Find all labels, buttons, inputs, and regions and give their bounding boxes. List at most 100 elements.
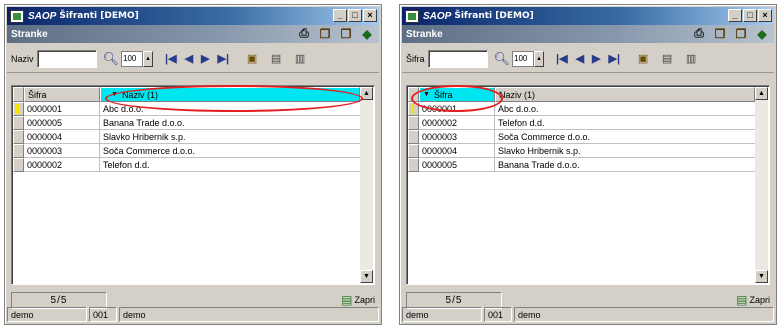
cell-name[interactable]: Banana Trade d.o.o.	[100, 116, 360, 130]
exit-icon[interactable]: ◆	[359, 26, 375, 41]
previous-record-icon[interactable]: ◀	[576, 52, 584, 65]
table-row[interactable]: 0000001 Abc d.o.o.	[408, 102, 755, 116]
search-input[interactable]	[36, 49, 97, 68]
cell-name[interactable]: Telefon d.d.	[495, 116, 755, 130]
copy-icon[interactable]: ❐	[317, 26, 333, 41]
cell-code[interactable]: 0000004	[24, 130, 100, 144]
row-indicator	[408, 116, 419, 130]
new-record-icon[interactable]: ▣	[245, 52, 259, 66]
delete-record-icon[interactable]: ▥	[684, 52, 698, 66]
column-header-code[interactable]: ▼ Šifra	[419, 87, 495, 102]
edit-record-icon[interactable]: ▤	[269, 52, 283, 66]
minimize-button[interactable]: _	[333, 9, 347, 22]
grid-body: 0000001 Abc d.o.o. 0000005 Banana Trade …	[13, 102, 360, 283]
row-indicator	[13, 102, 24, 116]
cell-code[interactable]: 0000005	[419, 158, 495, 172]
row-count-spinner[interactable]: ▲	[534, 50, 545, 67]
cell-name[interactable]: Soča Commerce d.o.o.	[100, 144, 360, 158]
cell-name[interactable]: Soča Commerce d.o.o.	[495, 130, 755, 144]
column-header-code-label: Šifra	[433, 89, 453, 100]
close-window-button[interactable]: ×	[758, 9, 772, 22]
table-row[interactable]: 0000003 Soča Commerce d.o.o.	[408, 130, 755, 144]
vertical-scrollbar[interactable]: ▲ ▼	[755, 87, 768, 283]
column-header-code[interactable]: Šifra	[24, 87, 100, 102]
copy-icon[interactable]: ❐	[712, 26, 728, 41]
cell-name[interactable]: Telefon d.d.	[100, 158, 360, 172]
search-bar: Šifra 🔍︎ 100 ▲ |◀ ◀ ▶ ▶| ▣ ▤ ▥	[402, 45, 774, 73]
delete-record-icon[interactable]: ▥	[293, 52, 307, 66]
table-row[interactable]: 0000003 Soča Commerce d.o.o.	[13, 144, 360, 158]
cell-name[interactable]: Slavko Hribernik s.p.	[100, 130, 360, 144]
row-count-spinner[interactable]: ▲	[143, 50, 154, 67]
cell-code[interactable]: 0000003	[24, 144, 100, 158]
printer-icon[interactable]: ⎙	[296, 26, 312, 41]
status-user: demo	[7, 307, 87, 322]
cell-code[interactable]: 0000001	[419, 102, 495, 116]
title-bar[interactable]: SAOP Šifranti [DEMO] _ □ ×	[402, 7, 774, 25]
title-text: Šifranti [DEMO]	[454, 11, 534, 21]
header-indicator	[408, 87, 419, 102]
table-row[interactable]: 0000002 Telefon d.d.	[13, 158, 360, 172]
column-header-name[interactable]: Naziv (1)	[495, 87, 755, 102]
previous-record-icon[interactable]: ◀	[185, 52, 193, 65]
search-input[interactable]	[427, 49, 488, 68]
cell-code[interactable]: 0000002	[419, 116, 495, 130]
scroll-up-icon[interactable]: ▲	[360, 87, 373, 100]
close-window-button[interactable]: ×	[363, 9, 377, 22]
edit-record-icon[interactable]: ▤	[660, 52, 674, 66]
minimize-button[interactable]: _	[728, 9, 742, 22]
next-record-icon[interactable]: ▶	[201, 52, 209, 65]
cell-code[interactable]: 0000004	[419, 144, 495, 158]
copy-all-icon[interactable]: ❐	[733, 26, 749, 41]
table-row[interactable]: 0000001 Abc d.o.o.	[13, 102, 360, 116]
header-title: Stranke	[11, 28, 48, 40]
title-bar[interactable]: SAOP Šifranti [DEMO] _ □ ×	[7, 7, 379, 25]
table-row[interactable]: 0000005 Banana Trade d.o.o.	[13, 116, 360, 130]
status-bar: demo 001 demo	[7, 307, 379, 322]
maximize-button[interactable]: □	[743, 9, 757, 22]
cell-name[interactable]: Abc d.o.o.	[100, 102, 360, 116]
table-row[interactable]: 0000002 Telefon d.d.	[408, 116, 755, 130]
search-label: Šifra	[406, 53, 425, 64]
table-row[interactable]: 0000004 Slavko Hribernik s.p.	[408, 144, 755, 158]
table-row[interactable]: 0000005 Banana Trade d.o.o.	[408, 158, 755, 172]
cell-code[interactable]: 0000001	[24, 102, 100, 116]
status-company: demo	[514, 307, 774, 322]
sort-arrow-icon: ▼	[423, 91, 430, 98]
printer-icon[interactable]: ⎙	[691, 26, 707, 41]
cell-name[interactable]: Banana Trade d.o.o.	[495, 158, 755, 172]
column-header-name[interactable]: ▼ Naziv (1)	[100, 87, 360, 102]
row-count-field[interactable]: 100	[121, 50, 144, 67]
cell-code[interactable]: 0000005	[24, 116, 100, 130]
scroll-up-icon[interactable]: ▲	[755, 87, 768, 100]
cell-code[interactable]: 0000003	[419, 130, 495, 144]
last-record-icon[interactable]: ▶|	[609, 52, 621, 65]
vertical-scrollbar[interactable]: ▲ ▼	[360, 87, 373, 283]
door-icon: ▤	[341, 293, 353, 307]
data-grid[interactable]: Šifra ▼ Naziv (1) 0000001 Abc d.o.o. 000…	[11, 85, 375, 285]
exit-icon[interactable]: ◆	[754, 26, 770, 41]
cell-name[interactable]: Slavko Hribernik s.p.	[495, 144, 755, 158]
scroll-down-icon[interactable]: ▼	[755, 270, 768, 283]
row-indicator	[13, 130, 24, 144]
cell-name[interactable]: Abc d.o.o.	[495, 102, 755, 116]
new-record-icon[interactable]: ▣	[636, 52, 650, 66]
grid-header: Šifra ▼ Naziv (1)	[13, 87, 360, 102]
row-indicator	[408, 144, 419, 158]
next-record-icon[interactable]: ▶	[592, 52, 600, 65]
first-record-icon[interactable]: |◀	[165, 52, 177, 65]
last-record-icon[interactable]: ▶|	[218, 52, 230, 65]
search-icon[interactable]: 🔍︎	[103, 51, 120, 67]
maximize-button[interactable]: □	[348, 9, 362, 22]
search-icon[interactable]: 🔍︎	[494, 51, 511, 67]
scroll-down-icon[interactable]: ▼	[360, 270, 373, 283]
copy-all-icon[interactable]: ❐	[338, 26, 354, 41]
column-header-name-label: Naziv (1)	[121, 89, 158, 100]
row-indicator	[13, 116, 24, 130]
data-grid[interactable]: ▼ Šifra Naziv (1) 0000001 Abc d.o.o. 000…	[406, 85, 770, 285]
table-row[interactable]: 0000004 Slavko Hribernik s.p.	[13, 130, 360, 144]
row-indicator	[13, 158, 24, 172]
cell-code[interactable]: 0000002	[24, 158, 100, 172]
row-count-field[interactable]: 100	[512, 50, 535, 67]
first-record-icon[interactable]: |◀	[556, 52, 568, 65]
